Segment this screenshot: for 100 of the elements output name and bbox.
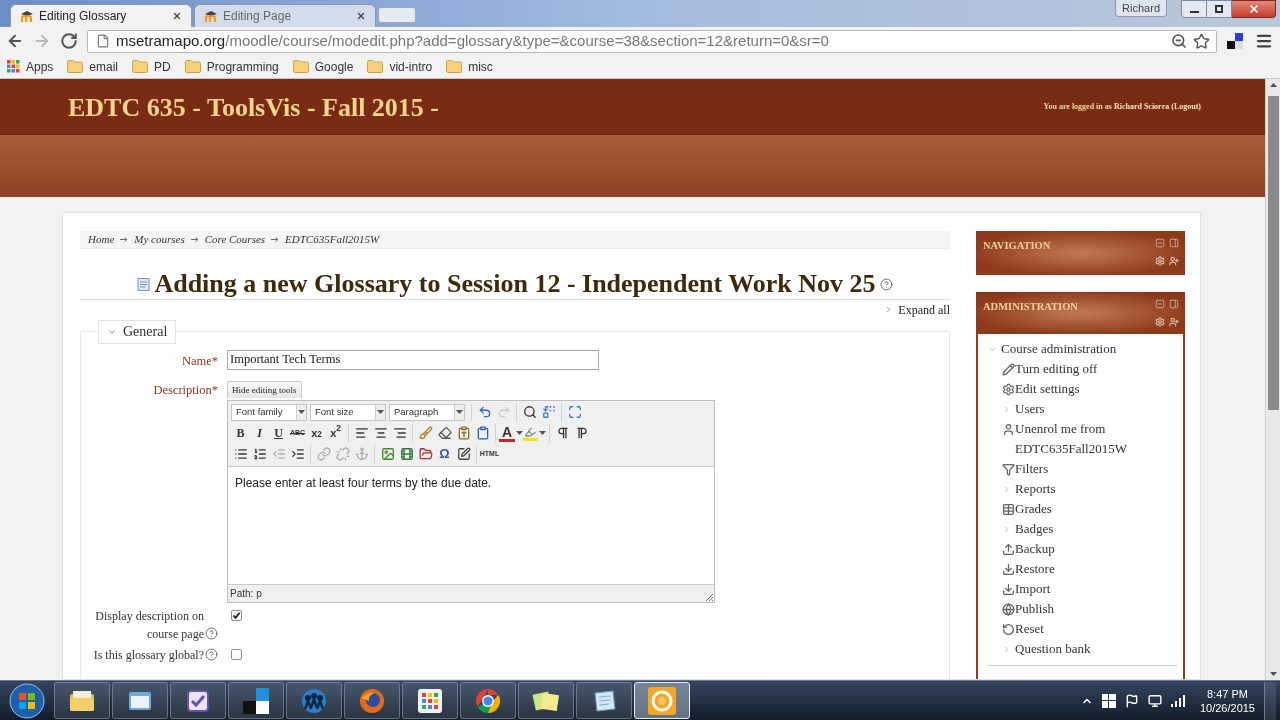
admin-menu-item[interactable]: Grades: [1015, 499, 1052, 519]
indent-icon[interactable]: [290, 447, 305, 461]
caret-icon[interactable]: [456, 410, 463, 414]
pilcrow-icon[interactable]: [574, 426, 589, 440]
maximize-icon[interactable]: [567, 405, 582, 419]
admin-menu-item[interactable]: Backup: [1015, 539, 1055, 559]
admin-menu-item[interactable]: Filters: [1015, 459, 1049, 479]
dropdown-select[interactable]: Paragraph: [389, 403, 465, 421]
taskbar-button[interactable]: [518, 682, 574, 719]
numbered-list-icon[interactable]: [252, 447, 267, 461]
close-icon[interactable]: [172, 11, 182, 21]
extension-icon[interactable]: [1227, 33, 1243, 49]
signal-icon[interactable]: [1170, 694, 1185, 707]
admin-menu-item[interactable]: Course administration: [1001, 339, 1117, 359]
bookmark-link[interactable]: Programming: [206, 57, 279, 76]
logout-link[interactable]: (Logout): [1171, 102, 1201, 111]
breadcrumb-link[interactable]: Core Courses: [204, 231, 266, 248]
zoom-icon[interactable]: [1171, 33, 1187, 49]
scroll-down-icon[interactable]: [1269, 672, 1277, 676]
admin-menu-item[interactable]: Badges: [1015, 519, 1054, 539]
network-icon[interactable]: [1147, 693, 1162, 708]
caret-icon[interactable]: [539, 431, 546, 435]
bookmark-link[interactable]: PD: [154, 57, 171, 76]
taskbar-button[interactable]: [170, 682, 226, 719]
clipboard-icon[interactable]: [456, 426, 471, 440]
dropdown-select[interactable]: Font size: [310, 403, 386, 421]
site-title[interactable]: EDTC 635 - ToolsVis - Fall 2015 -: [68, 87, 440, 127]
show-desktop-button[interactable]: [1264, 681, 1276, 720]
section-toggle[interactable]: General: [98, 319, 177, 344]
bookmark-star-icon[interactable]: [1193, 32, 1210, 50]
taskbar-button[interactable]: [54, 682, 110, 719]
reload-icon[interactable]: [60, 32, 78, 50]
bookmark-link[interactable]: vid-intro: [389, 57, 433, 76]
help-icon[interactable]: [205, 627, 218, 640]
admin-menu-item[interactable]: Edit settings: [1015, 379, 1080, 399]
breadcrumb-link[interactable]: My courses: [134, 231, 185, 248]
minus-square-icon[interactable]: [1155, 299, 1165, 309]
address-bar[interactable]: msetramapo.org/moodle/course/modedit.php?add=glossary&type=&course=38&section=12&return=0&sr=0: [87, 29, 1217, 53]
brush-icon[interactable]: [418, 426, 433, 440]
breadcrumb-link[interactable]: Home: [88, 231, 115, 248]
taskbar-button[interactable]: [228, 682, 284, 719]
admin-menu-item[interactable]: Reports: [1015, 479, 1056, 499]
pilcrow-icon[interactable]: [555, 426, 570, 440]
user-plus-icon[interactable]: [1169, 256, 1179, 266]
admin-menu-item[interactable]: Unenrol me from EDTC635Fall2015W: [1015, 419, 1177, 459]
italic-button[interactable]: I: [250, 423, 269, 443]
superscript-button[interactable]: x$^{2}$: [326, 423, 345, 443]
admin-menu-item[interactable]: Restore: [1015, 559, 1055, 579]
edit-icon[interactable]: [456, 447, 471, 461]
close-window-button[interactable]: [1232, 0, 1276, 18]
taskbar-button[interactable]: [460, 682, 516, 719]
close-icon[interactable]: [356, 11, 366, 21]
caret-icon[interactable]: [298, 410, 305, 414]
bookmark-link[interactable]: Apps: [26, 57, 54, 76]
admin-menu-item[interactable]: Reset: [1015, 619, 1044, 639]
menu-icon[interactable]: [1255, 32, 1273, 50]
taskbar-button[interactable]: [112, 682, 168, 719]
special-character-button[interactable]: Ω: [435, 444, 454, 464]
caret-icon[interactable]: [516, 431, 523, 435]
help-icon[interactable]: [205, 648, 218, 661]
help-icon[interactable]: [879, 277, 893, 291]
bookmark-link[interactable]: misc: [468, 57, 493, 76]
clipboard-icon[interactable]: [475, 426, 490, 440]
undo-icon[interactable]: [477, 405, 492, 419]
caret-icon[interactable]: [377, 410, 384, 414]
checkbox[interactable]: [231, 609, 242, 621]
user-plus-icon[interactable]: [1169, 317, 1179, 327]
toggle-tools-button[interactable]: Hide editing tools: [227, 381, 302, 399]
underline-button[interactable]: U: [269, 423, 288, 443]
browser-tab[interactable]: Editing Glossary: [10, 4, 192, 27]
align-left-icon[interactable]: [354, 426, 369, 440]
align-right-icon[interactable]: [392, 426, 407, 440]
bookmark-link[interactable]: Google: [314, 57, 354, 76]
flag-icon[interactable]: [1124, 693, 1139, 708]
image-icon[interactable]: [380, 447, 395, 461]
name-input[interactable]: Important Tech Terms: [227, 349, 599, 370]
user-link[interactable]: Richard Sciorra: [1113, 102, 1170, 111]
profile-button[interactable]: Richard: [1115, 0, 1167, 17]
taskbar-button[interactable]: [402, 682, 458, 719]
admin-menu-item[interactable]: Turn editing off: [1015, 359, 1098, 379]
restore-button[interactable]: [1207, 0, 1232, 18]
close-icon[interactable]: [1247, 3, 1260, 15]
replace-icon[interactable]: [541, 405, 556, 419]
back-icon[interactable]: [6, 32, 24, 50]
admin-menu-item[interactable]: Publish: [1015, 599, 1054, 619]
dock-icon[interactable]: [1169, 299, 1179, 309]
checkbox[interactable]: [231, 648, 242, 660]
film-icon[interactable]: [399, 447, 414, 461]
eraser-icon[interactable]: [437, 426, 452, 440]
bookmark-link[interactable]: email: [89, 57, 119, 76]
resize-grip-icon[interactable]: [705, 592, 713, 601]
gear-icon[interactable]: [1155, 317, 1165, 327]
subscript-button[interactable]: x$_{2}$: [307, 423, 326, 443]
bullet-list-icon[interactable]: [233, 447, 248, 461]
gear-icon[interactable]: [1155, 256, 1165, 266]
folder-icon[interactable]: [418, 447, 433, 461]
scrollbar-track[interactable]: [1265, 79, 1280, 680]
bold-button[interactable]: B: [231, 423, 250, 443]
breadcrumb-link[interactable]: EDTC635Fall2015W: [285, 231, 380, 248]
windows-flag-icon[interactable]: [1101, 693, 1116, 708]
